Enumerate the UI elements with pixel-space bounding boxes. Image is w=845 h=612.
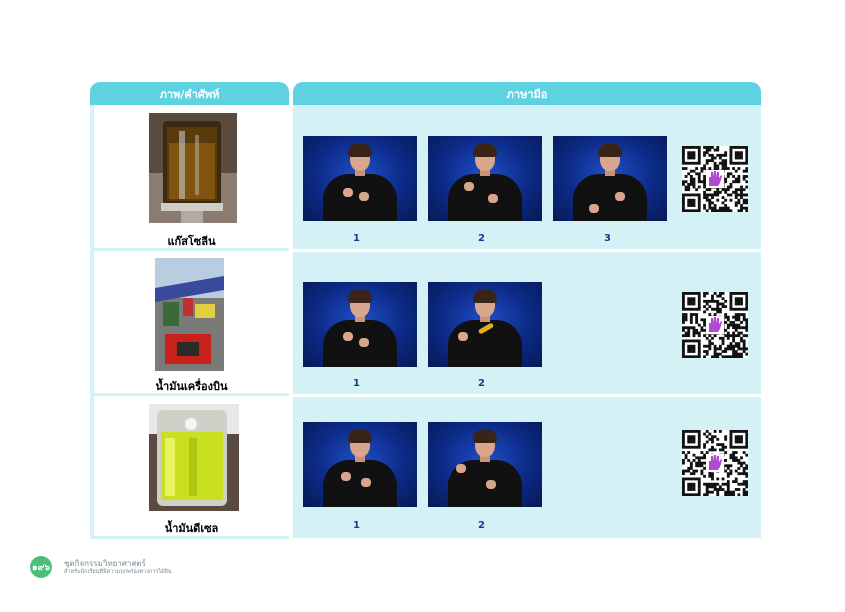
column-header-sign-language: ภาษามือ xyxy=(293,82,761,105)
sign-step-image xyxy=(303,282,417,367)
sign-step-number: 2 xyxy=(478,520,485,531)
column-header-picture-word-label: ภาพ/คำศัพท์ xyxy=(159,87,220,101)
table-row: น้ำมันดีเซล xyxy=(90,396,289,539)
column-header-picture-word: ภาพ/คำศัพท์ xyxy=(90,82,289,105)
qr-code-icon[interactable] xyxy=(682,292,748,358)
sign-step-number: 2 xyxy=(478,378,485,389)
footer-subtitle: สำหรับนักเรียนที่มีความบกพร่องทางการได้ย… xyxy=(64,569,172,575)
page-number: ๑๙๖ xyxy=(31,563,51,573)
sign-panel: 1 2 xyxy=(293,397,761,538)
page-number-badge: ๑๙๖ xyxy=(30,556,52,578)
diesel-tank-photo xyxy=(149,404,239,511)
sign-step-image xyxy=(428,136,542,221)
sign-step-number: 2 xyxy=(478,233,485,244)
sign-step-number: 1 xyxy=(353,378,360,389)
table-row: น้ำมันเครื่องบิน xyxy=(90,251,289,396)
qr-code-icon[interactable] xyxy=(682,430,748,496)
sign-step-number: 1 xyxy=(353,520,360,531)
sign-step-image xyxy=(303,422,417,507)
qr-code-icon[interactable] xyxy=(682,146,748,212)
gasoline-tank-photo xyxy=(149,113,237,223)
table-row: แก๊สโซลีน xyxy=(90,105,289,251)
sign-step-number: 3 xyxy=(604,233,611,244)
sign-panel: 1 2 3 xyxy=(293,105,761,249)
column-header-sign-language-label: ภาษามือ xyxy=(506,87,548,101)
sign-step-image xyxy=(553,136,667,221)
vocabulary-word: น้ำมันดีเซล xyxy=(164,522,219,535)
sign-step-number: 1 xyxy=(353,233,360,244)
sign-step-image xyxy=(303,136,417,221)
sign-step-image xyxy=(428,422,542,507)
aircraft-refuel-photo xyxy=(155,258,224,371)
sign-panel: 1 2 xyxy=(293,252,761,394)
sign-step-image xyxy=(428,282,542,367)
